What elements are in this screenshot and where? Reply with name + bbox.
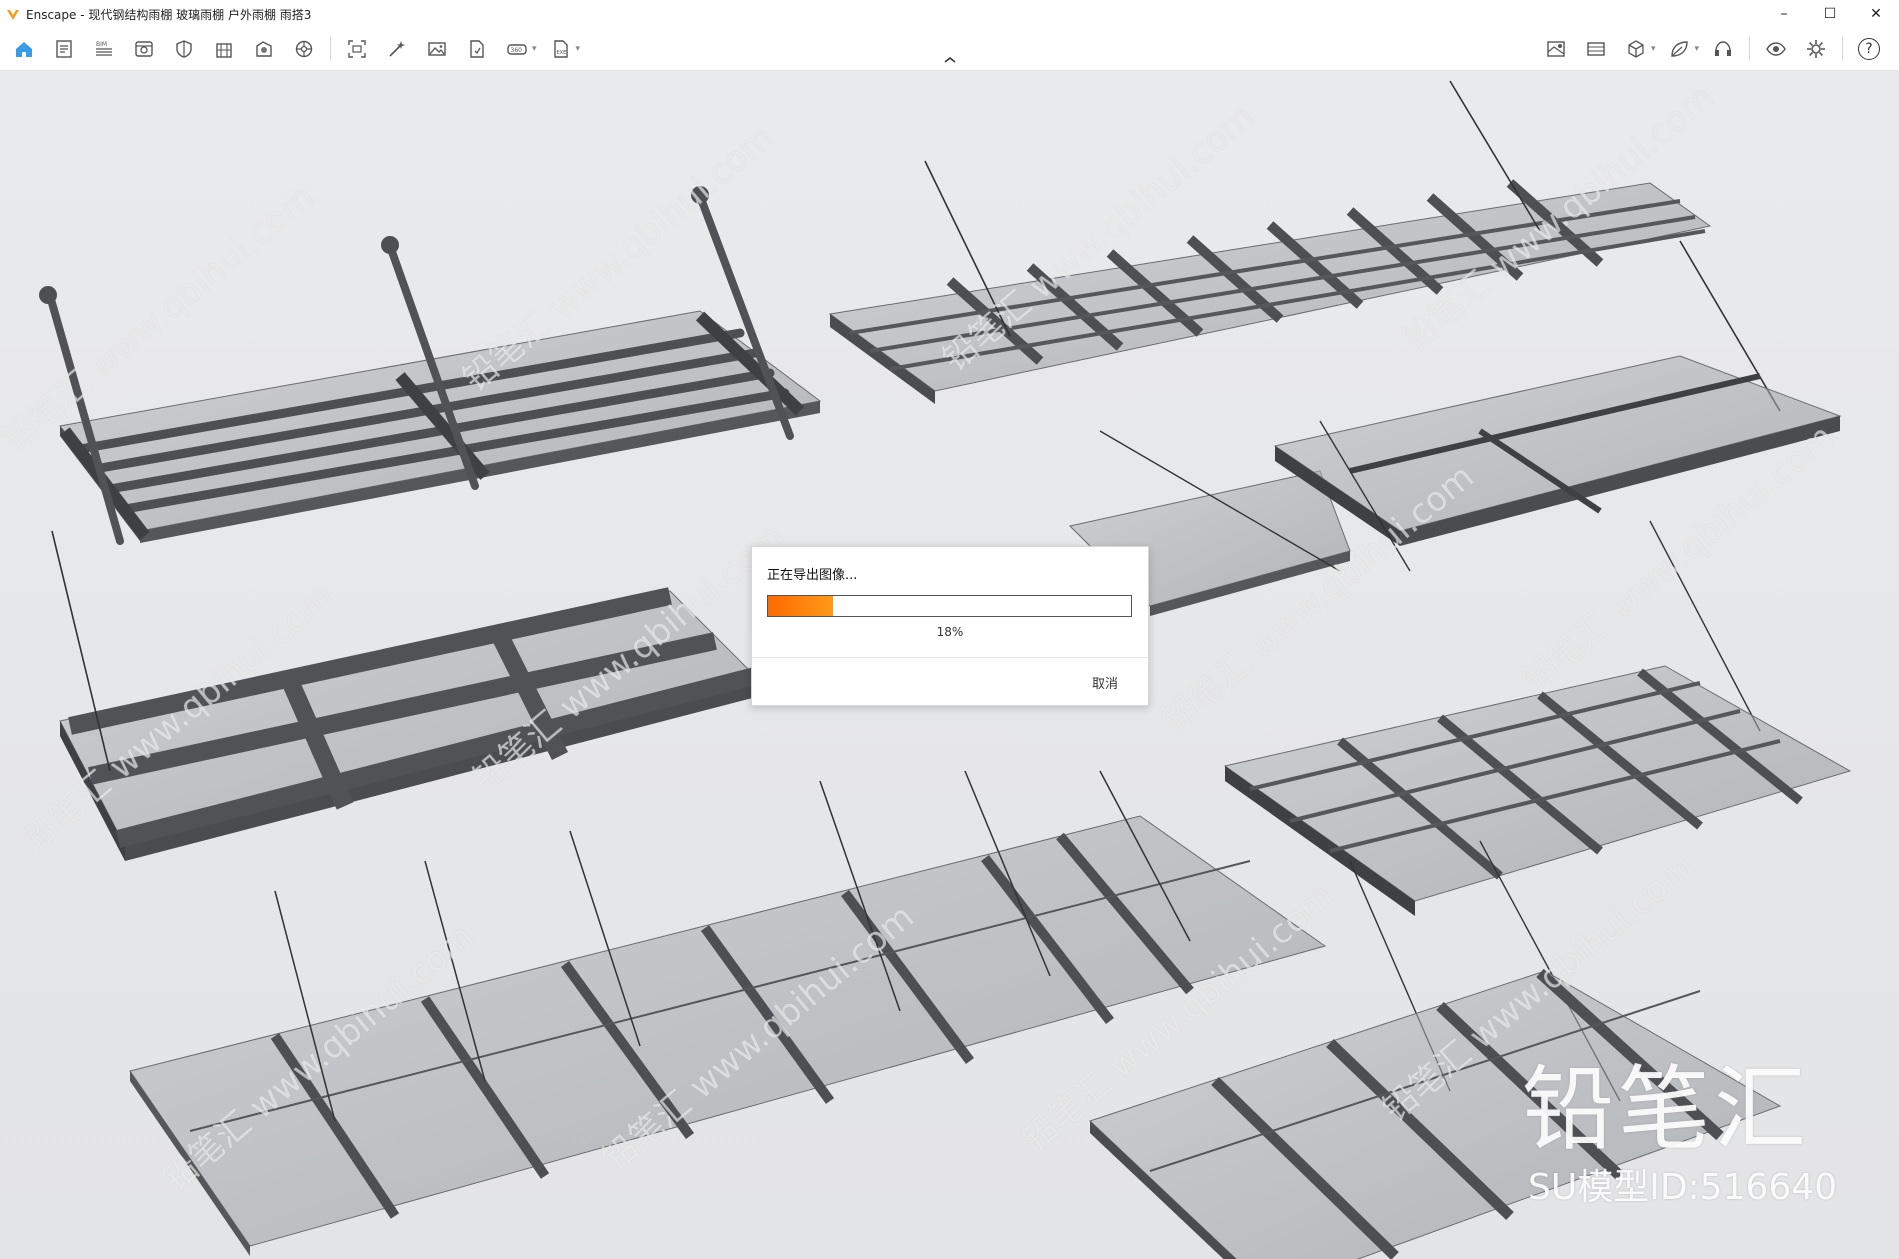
toolbar-right-group: ▾ ▾ ? xyxy=(1536,28,1889,70)
progress-percent-label: 18% xyxy=(936,625,964,639)
svg-text:BIM: BIM xyxy=(96,41,107,48)
maximize-button[interactable]: ☐ xyxy=(1807,0,1853,28)
watermark-logo: 铅笔汇 xyxy=(1522,1056,1811,1163)
eye-icon[interactable] xyxy=(1761,34,1791,64)
chevron-down-icon[interactable]: ▾ xyxy=(1651,44,1656,54)
magic-wand-icon[interactable] xyxy=(382,34,412,64)
leaf-icon[interactable] xyxy=(1664,34,1694,64)
window-title: Enscape - 现代钢结构雨棚 玻璃雨棚 户外雨棚 雨搭3 xyxy=(26,7,312,22)
progress-bar xyxy=(767,595,1132,617)
file-export-icon[interactable] xyxy=(462,34,492,64)
asset-library-icon[interactable] xyxy=(289,34,319,64)
image-icon[interactable] xyxy=(422,34,452,64)
map-icon[interactable] xyxy=(1541,34,1571,64)
home-icon[interactable] xyxy=(9,34,39,64)
canopy-model-1 xyxy=(39,186,822,545)
help-icon: ? xyxy=(1858,38,1880,60)
vr-icon[interactable]: 360 xyxy=(502,34,532,64)
canopy-model-2 xyxy=(828,80,1781,412)
canopy-model-4 xyxy=(1273,355,1842,732)
minimize-button[interactable]: – xyxy=(1761,0,1807,28)
screenshot-icon[interactable] xyxy=(342,34,372,64)
bim-icon[interactable]: BIM xyxy=(89,34,119,64)
window-controls: – ☐ ✕ xyxy=(1761,0,1899,28)
enscape-logo-icon xyxy=(7,10,19,20)
svg-text:EXE: EXE xyxy=(556,50,566,56)
svg-text:360: 360 xyxy=(511,47,523,54)
chevron-down-icon[interactable]: ▾ xyxy=(1694,44,1699,54)
canopy-model-5 xyxy=(51,530,761,861)
toolbar-separator xyxy=(1749,37,1750,61)
toolbar-separator xyxy=(330,37,331,61)
help-button[interactable]: ? xyxy=(1854,34,1884,64)
document-icon[interactable] xyxy=(49,34,79,64)
gear-icon[interactable] xyxy=(1801,34,1831,64)
chevron-down-icon[interactable]: ▾ xyxy=(576,44,581,54)
cancel-button[interactable]: 取消 xyxy=(1092,673,1118,692)
dialog-divider xyxy=(752,657,1148,658)
building-icon[interactable] xyxy=(209,34,239,64)
chevron-down-icon[interactable]: ▾ xyxy=(532,44,537,54)
exe-export-icon[interactable]: EXE xyxy=(546,34,576,64)
headset-icon[interactable] xyxy=(1708,34,1738,64)
progress-bar-fill xyxy=(768,596,834,616)
toolbar-left-group: BIM 360 ▾ EXE ▾ xyxy=(4,28,584,70)
dialog-title: 正在导出图像... xyxy=(767,568,858,583)
watermark-model-id: SU模型ID:516640 xyxy=(1528,1167,1838,1208)
panorama-icon[interactable] xyxy=(1581,34,1611,64)
materials-icon[interactable] xyxy=(249,34,279,64)
collapse-toolbar-chevron-icon[interactable] xyxy=(941,54,959,66)
toolbar-separator xyxy=(1842,37,1843,61)
cube-icon[interactable] xyxy=(1621,34,1651,64)
title-bar: Enscape - 现代钢结构雨棚 玻璃雨棚 户外雨棚 雨搭3 – ☐ ✕ xyxy=(0,0,1899,29)
close-button[interactable]: ✕ xyxy=(1853,0,1899,28)
visual-settings-icon[interactable] xyxy=(129,34,159,64)
export-progress-dialog: 正在导出图像... 18% 取消 xyxy=(751,546,1149,706)
shield-icon[interactable] xyxy=(169,34,199,64)
